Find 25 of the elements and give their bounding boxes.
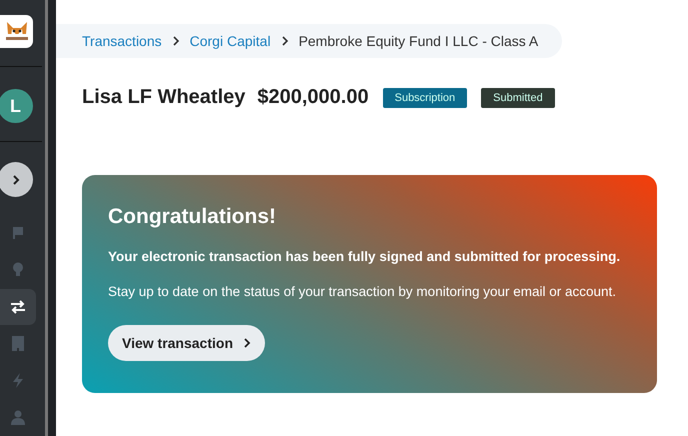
status-tag: Subscription [382, 88, 468, 108]
chevron-right-icon [172, 36, 180, 46]
flag-icon [11, 226, 25, 240]
breadcrumb-link[interactable]: Transactions [82, 33, 162, 49]
building-icon [12, 336, 24, 352]
chevron-right-icon [10, 174, 20, 186]
lightning-icon [12, 373, 24, 388]
avatar[interactable]: L [0, 88, 33, 124]
amount: $200,000.00 [257, 86, 369, 109]
lightbulb-icon [12, 262, 24, 278]
status-tag: Submitted [481, 88, 555, 108]
info-text: Stay up to date on the status of your transaction by monitoring your email or account. [108, 284, 618, 299]
expand-button[interactable] [0, 162, 33, 197]
corgi-logo-icon[interactable] [0, 15, 33, 48]
nav-item[interactable] [0, 288, 36, 325]
chevron-right-icon [243, 338, 252, 348]
investor-name: Lisa LF Wheatley [82, 86, 246, 109]
breadcrumb-link[interactable]: Corgi Capital [190, 33, 271, 49]
person-icon [11, 410, 25, 426]
card-title: Congratulations! [108, 205, 277, 229]
success-message: Your electronic transaction has been fully signed and submitted for processing. [108, 249, 622, 264]
transfer-arrows-icon [10, 300, 26, 314]
chevron-right-icon [280, 36, 289, 46]
breadcrumb-current: Pembroke Equity Fund I LLC - Class A [298, 33, 538, 49]
view-transaction-button[interactable]: View transaction [108, 325, 266, 361]
